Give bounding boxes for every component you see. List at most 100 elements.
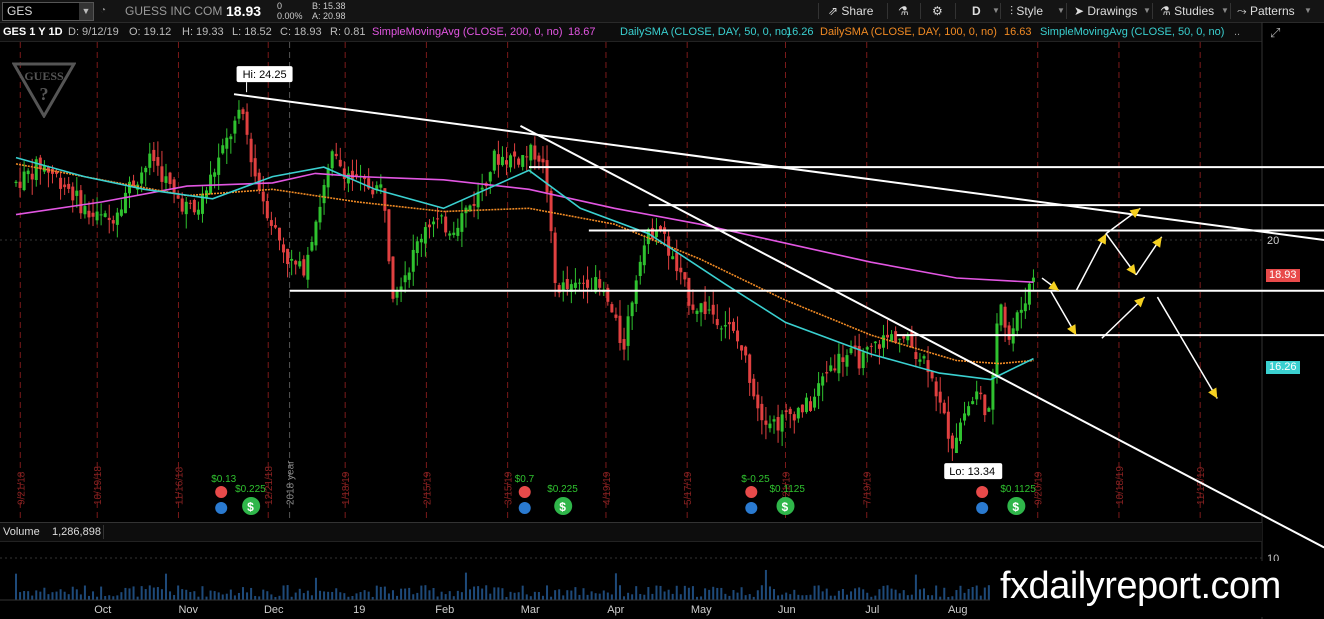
- candle-body: [833, 368, 837, 371]
- candle-body: [67, 183, 71, 189]
- week-label: 12/21/18: [264, 466, 275, 505]
- volume-bar: [716, 587, 719, 600]
- volume-bar: [890, 588, 893, 600]
- volume-bar: [493, 587, 496, 600]
- volume-bar: [391, 590, 394, 600]
- candle-body: [553, 232, 557, 284]
- candle-body: [772, 419, 776, 422]
- volume-bar: [602, 590, 605, 600]
- volume-bar: [116, 595, 119, 600]
- volume-bar: [282, 585, 285, 600]
- volume-bar: [789, 594, 792, 600]
- candle-body: [983, 394, 987, 416]
- volume-bar: [558, 589, 561, 600]
- volume-bar: [140, 586, 143, 600]
- candle-body: [792, 414, 796, 421]
- fullscreen-icon[interactable]: ⤢: [1270, 25, 1280, 41]
- candle-body: [788, 408, 792, 414]
- candle-body: [963, 413, 967, 421]
- volume-bar: [614, 573, 617, 600]
- volume-bar: [732, 590, 735, 600]
- candle-body: [752, 378, 756, 397]
- volume-bar: [169, 591, 172, 600]
- volume-bar: [100, 586, 103, 600]
- volume-bar: [817, 585, 820, 600]
- volume-bar: [112, 596, 115, 600]
- candle-body: [946, 411, 950, 439]
- volume-bar: [448, 591, 451, 600]
- candle-body: [995, 323, 999, 376]
- candle-body: [525, 156, 529, 158]
- volume-bar: [574, 587, 577, 600]
- volume-bar: [708, 589, 711, 600]
- volume-bar: [266, 591, 269, 600]
- volume-bar: [185, 589, 188, 600]
- candle-body: [638, 261, 642, 277]
- candle-body: [804, 397, 808, 413]
- volume-bar: [691, 586, 694, 600]
- candle-body: [123, 192, 127, 214]
- candle-body: [403, 275, 407, 283]
- candle-body: [541, 158, 545, 163]
- candle-body: [111, 220, 115, 224]
- candle-body: [75, 190, 79, 196]
- candle-body: [95, 211, 99, 221]
- watermark: fxdailyreport.com: [990, 561, 1322, 617]
- candle-body: [160, 166, 164, 182]
- dividend-label: $0.1125: [1000, 484, 1036, 495]
- volume-bar: [760, 585, 763, 600]
- candle-body: [744, 346, 748, 356]
- candle-body: [902, 336, 906, 339]
- earnings-info-icon: [518, 502, 531, 514]
- candle-body: [192, 199, 196, 213]
- week-label: 5/17/19: [683, 471, 694, 505]
- volume-bar: [237, 592, 240, 600]
- earnings-label: $0.7: [515, 474, 535, 485]
- candle-body: [614, 314, 618, 318]
- volume-bar: [75, 589, 78, 600]
- candle-body: [699, 303, 703, 313]
- candle-body: [513, 151, 517, 157]
- week-label: 2018 year: [286, 460, 297, 505]
- x-month-label: Oct: [94, 604, 111, 616]
- candle-body: [1023, 303, 1027, 312]
- candle-body: [987, 408, 991, 412]
- candle-body: [509, 155, 513, 168]
- volume-bar: [424, 585, 427, 600]
- volume-bar: [47, 594, 50, 600]
- candle-body: [504, 160, 508, 165]
- candle-body: [942, 402, 946, 414]
- volume-bar: [744, 595, 747, 600]
- candle-body: [217, 157, 221, 175]
- candle-body: [115, 212, 119, 225]
- volume-bar: [156, 587, 159, 600]
- volume-bar: [756, 590, 759, 600]
- volume-bar: [193, 591, 196, 600]
- volume-bar: [631, 594, 634, 600]
- volume-bar: [229, 589, 232, 600]
- volume-bar: [562, 595, 565, 600]
- volume-bar: [359, 592, 362, 600]
- candle-body: [298, 261, 302, 267]
- candle-body: [99, 214, 103, 216]
- candle-body: [269, 220, 273, 226]
- volume-bar: [748, 594, 751, 600]
- volume-bar: [578, 594, 581, 600]
- volume-bar: [396, 595, 399, 600]
- volume-bar: [456, 590, 459, 600]
- volume-bar: [444, 594, 447, 600]
- candle-body: [999, 304, 1003, 326]
- volume-bar: [79, 594, 82, 600]
- candle-body: [18, 181, 22, 188]
- volume-bar: [339, 592, 342, 600]
- candle-body: [549, 190, 553, 232]
- volume-bar: [671, 593, 674, 600]
- volume-bar: [874, 595, 877, 600]
- volume-bar: [262, 589, 265, 600]
- volume-bar: [404, 588, 407, 600]
- candle-body: [233, 120, 237, 134]
- candle-body: [468, 205, 472, 211]
- candle-body: [586, 279, 590, 288]
- volume-bar: [805, 595, 808, 600]
- volume-bar: [906, 595, 909, 600]
